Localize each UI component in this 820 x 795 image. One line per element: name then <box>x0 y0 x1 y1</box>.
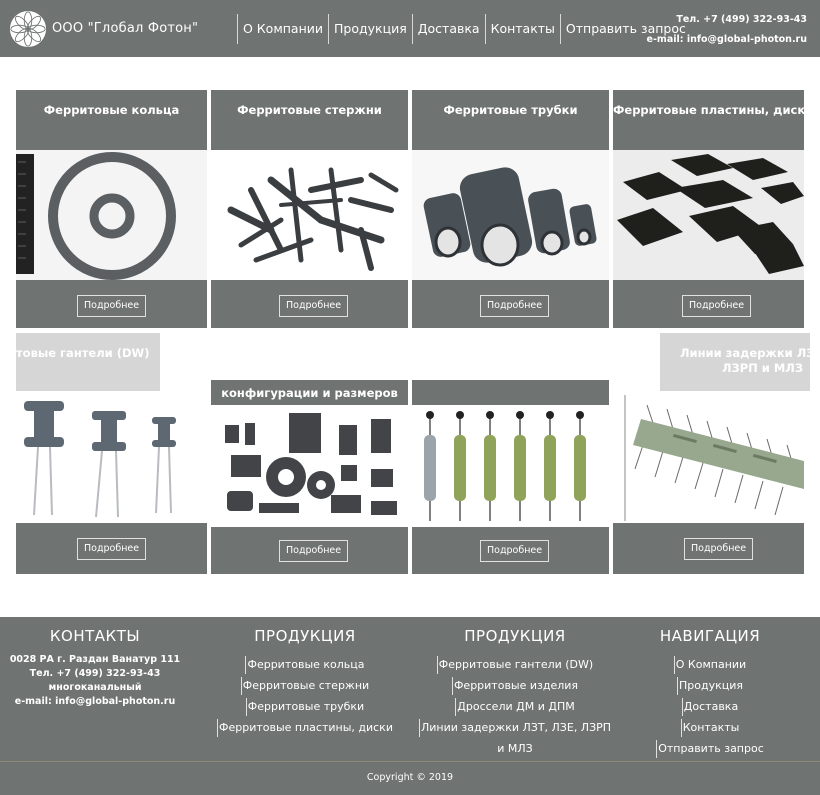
logo-icon[interactable] <box>9 10 47 48</box>
card-hover-title-delay-lines[interactable]: Линии задержки ЛЗТ ЛЗРП и МЛЗ <box>660 333 810 391</box>
header-email[interactable]: e-mail: info@global-photon.ru <box>647 30 807 50</box>
card-photo-delay-lines[interactable] <box>613 393 804 523</box>
footer-nav-send-request[interactable]: Отправить запрос <box>656 740 764 758</box>
footer-link-tubes[interactable]: Ферритовые трубки <box>245 698 364 716</box>
nav-about[interactable]: О Компании <box>237 14 328 44</box>
brand-name[interactable]: ООО "Глобал Фотон" <box>52 21 198 36</box>
footer-nav-contacts[interactable]: Контакты <box>680 719 739 737</box>
footer-nav-delivery[interactable]: Доставка <box>681 698 738 716</box>
footer-phone-note: многоканальный <box>48 682 142 693</box>
nav-delivery[interactable]: Доставка <box>411 14 485 44</box>
chokes-image <box>412 405 609 527</box>
footer-products-heading: ПРОДУКЦИЯ <box>464 627 566 645</box>
card-photo-tubes[interactable] <box>412 150 609 280</box>
footer-link-plates[interactable]: Ферритовые пластины, диски <box>217 719 393 737</box>
ferrite-dumbbells-image <box>16 393 207 523</box>
card-title[interactable]: Ферритовые трубки <box>412 103 609 117</box>
more-button[interactable]: Подробнее <box>480 295 550 317</box>
card-photo-chokes[interactable] <box>412 405 609 527</box>
footer-products-heading: ПРОДУКЦИЯ <box>254 627 356 645</box>
footer-link-dumbbells[interactable]: Ферритовые гантели (DW) <box>436 656 593 674</box>
header-contacts: Тел. +7 (499) 322-93-43 e-mail: info@glo… <box>647 10 807 50</box>
product-card-plates[interactable]: Ферритовые пластины, диски Подробнее <box>613 90 804 328</box>
more-button[interactable]: Подробнее <box>279 295 349 317</box>
nav-contacts[interactable]: Контакты <box>484 14 560 44</box>
footer-products-2: ПРОДУКЦИЯ Ферритовые гантели (DW) Феррит… <box>410 627 620 758</box>
product-card-tubes[interactable]: Ферритовые трубки Подробнее <box>412 90 609 328</box>
footer-phone[interactable]: Тел. +7 (499) 322-93-43 <box>5 667 185 681</box>
product-card-rings[interactable]: Ферритовые кольца Подробнее <box>16 90 207 328</box>
card-photo-dumbbells[interactable] <box>16 393 207 523</box>
card-title-line-1[interactable]: Линии задержки ЛЗТ <box>680 346 810 360</box>
copyright: Copyright © 2019 <box>366 772 454 783</box>
footer-link-chokes[interactable]: Дроссели ДМ и ДПМ <box>455 698 575 716</box>
ferrite-plates-image <box>613 150 804 280</box>
footer-link-ferrite-products[interactable]: Ферритовые изделия <box>451 677 578 695</box>
main-nav: О Компании Продукция Доставка Контакты О… <box>237 14 691 44</box>
ferrite-rings-image <box>16 150 207 280</box>
footer-email[interactable]: e-mail: info@global-photon.ru <box>5 695 185 709</box>
card-photo-plates[interactable] <box>613 150 804 280</box>
delay-lines-image <box>613 393 804 523</box>
card-title[interactable]: Ферритовые пластины, диски <box>613 103 804 117</box>
footer-nav-products[interactable]: Продукция <box>677 677 743 695</box>
footer-navigation-heading: НАВИГАЦИЯ <box>659 627 761 645</box>
card-title[interactable]: Ферритовые стержни <box>211 103 408 117</box>
more-button[interactable]: Подробнее <box>77 295 147 317</box>
more-button[interactable]: Подробнее <box>684 538 754 560</box>
product-card-ferrite-products[interactable]: конфигурации и размеров Подробнее <box>211 380 408 574</box>
product-card-dumbbells[interactable]: Подробнее <box>16 393 207 574</box>
header-phone[interactable]: Тел. +7 (499) 322-93-43 <box>647 10 807 30</box>
more-button[interactable]: Подробнее <box>77 538 147 560</box>
more-button[interactable]: Подробнее <box>480 540 550 562</box>
ferrite-rods-image <box>211 150 408 280</box>
product-card-delay-lines[interactable]: Подробнее <box>613 393 804 574</box>
footer-nav-about[interactable]: О Компании <box>673 656 746 674</box>
nav-products[interactable]: Продукция <box>328 14 412 44</box>
card-title[interactable]: товые гантели (DW) <box>16 346 149 360</box>
footer-address: 0028 РА г. Раздан Ванатур 111 <box>9 654 181 665</box>
product-card-chokes[interactable]: Подробнее <box>412 380 609 574</box>
footer-contacts-heading: КОНТАКТЫ <box>49 627 141 645</box>
footer-divider <box>0 761 820 762</box>
footer-link-delay-lines[interactable]: Линии задержки ЛЗТ, ЛЗЕ, ЛЗРП <box>418 719 611 737</box>
card-title[interactable]: конфигурации и размеров <box>211 386 408 400</box>
card-title-line-2[interactable]: ЛЗРП и МЛЗ <box>722 361 803 375</box>
footer-products-1: ПРОДУКЦИЯ Ферритовые кольца Ферритовые с… <box>205 627 405 737</box>
footer-link-delay-lines-cont[interactable]: и МЛЗ <box>497 742 532 755</box>
card-photo-rings[interactable] <box>16 150 207 280</box>
footer-navigation: НАВИГАЦИЯ О Компании Продукция Доставка … <box>655 627 765 758</box>
product-card-rods[interactable]: Ферритовые стержни Подробнее <box>211 90 408 328</box>
more-button[interactable]: Подробнее <box>682 295 752 317</box>
card-photo-ferrite-products[interactable] <box>211 405 408 527</box>
footer-link-rings[interactable]: Ферритовые кольца <box>245 656 365 674</box>
ferrite-products-image <box>211 405 408 527</box>
footer-link-rods[interactable]: Ферритовые стержни <box>240 677 369 695</box>
footer-contacts: КОНТАКТЫ 0028 РА г. Раздан Ванатур 111 Т… <box>5 627 185 709</box>
ferrite-tubes-image <box>412 150 609 280</box>
site-header: ООО "Глобал Фотон" О Компании Продукция … <box>0 0 820 57</box>
card-hover-title-dw[interactable]: товые гантели (DW) <box>16 333 160 391</box>
card-title[interactable]: Ферритовые кольца <box>16 103 207 117</box>
more-button[interactable]: Подробнее <box>279 540 349 562</box>
card-photo-rods[interactable] <box>211 150 408 280</box>
site-footer: КОНТАКТЫ 0028 РА г. Раздан Ванатур 111 Т… <box>0 617 820 795</box>
